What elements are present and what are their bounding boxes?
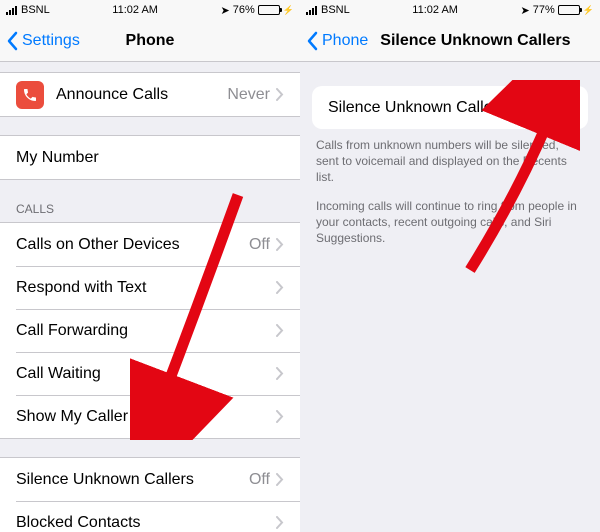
back-button[interactable]: Phone	[300, 31, 374, 51]
screen-silence-unknown: BSNL 11:02 AM ➤ 77% ⚡ Phone Silence Unkn…	[300, 0, 600, 532]
cell-value: Never	[227, 86, 270, 104]
chevron-right-icon	[276, 88, 284, 101]
chevron-right-icon	[276, 473, 284, 486]
cell-value: Off	[249, 471, 270, 489]
cell-label: Calls on Other Devices	[16, 236, 249, 254]
cell-label: Show My Caller ID	[16, 408, 276, 426]
back-label: Settings	[22, 32, 80, 50]
cell-blocked-contacts[interactable]: Blocked Contacts	[0, 501, 300, 532]
cell-show-my-caller-id[interactable]: Show My Caller ID	[0, 395, 300, 438]
status-bar: BSNL 11:02 AM ➤ 77% ⚡	[300, 0, 600, 20]
chevron-left-icon	[6, 31, 18, 51]
cell-silence-unknown-callers[interactable]: Silence Unknown CallersOff	[0, 458, 300, 501]
footer-text-2: Incoming calls will continue to ring fro…	[300, 186, 600, 247]
battery-icon	[258, 5, 280, 15]
back-label: Phone	[322, 32, 368, 50]
cell-call-waiting[interactable]: Call Waiting	[0, 352, 300, 395]
chevron-right-icon	[276, 281, 284, 294]
cell-value: Off	[249, 236, 270, 254]
cell-label: My Number	[16, 149, 284, 167]
cell-label: Respond with Text	[16, 279, 276, 297]
chevron-right-icon	[276, 410, 284, 423]
toggle-knob	[523, 94, 551, 122]
nav-bar: Phone Silence Unknown Callers	[300, 20, 600, 62]
charging-icon: ⚡	[283, 5, 294, 16]
cell-label: Silence Unknown Callers	[16, 471, 249, 489]
cell-label: Call Forwarding	[16, 322, 276, 340]
footer-text-1: Calls from unknown numbers will be silen…	[300, 129, 600, 186]
back-button[interactable]: Settings	[0, 31, 86, 51]
chevron-right-icon	[276, 367, 284, 380]
battery-percent: 77%	[533, 4, 555, 16]
charging-icon: ⚡	[583, 5, 594, 16]
settings-content[interactable]: Silence Unknown Callers Calls from unkno…	[300, 62, 600, 532]
carrier-label: BSNL	[21, 4, 50, 16]
calls-header: CALLS	[0, 198, 300, 222]
chevron-right-icon	[276, 324, 284, 337]
battery-percent: 76%	[233, 4, 255, 16]
cell-label: Call Waiting	[16, 365, 276, 383]
chevron-left-icon	[306, 31, 318, 51]
cell-respond-with-text[interactable]: Respond with Text	[0, 266, 300, 309]
my-number-cell[interactable]: My Number	[0, 136, 300, 179]
location-icon: ➤	[221, 4, 230, 17]
silence-toggle[interactable]	[522, 93, 572, 123]
signal-icon	[6, 6, 17, 15]
settings-content[interactable]: Announce Calls Never My Number CALLS Cal…	[0, 62, 300, 532]
carrier-label: BSNL	[321, 4, 350, 16]
cell-label: Announce Calls	[56, 86, 227, 104]
silence-toggle-cell[interactable]: Silence Unknown Callers	[312, 86, 588, 129]
status-bar: BSNL 11:02 AM ➤ 76% ⚡	[0, 0, 300, 20]
clock-label: 11:02 AM	[412, 4, 458, 16]
chevron-right-icon	[276, 238, 284, 251]
announce-calls-cell[interactable]: Announce Calls Never	[0, 73, 300, 116]
screen-phone-settings: BSNL 11:02 AM ➤ 76% ⚡ Settings Phone Ann…	[0, 0, 300, 532]
cell-calls-on-other-devices[interactable]: Calls on Other DevicesOff	[0, 223, 300, 266]
clock-label: 11:02 AM	[112, 4, 158, 16]
chevron-right-icon	[276, 516, 284, 529]
cell-label: Silence Unknown Callers	[328, 99, 522, 117]
announce-calls-icon	[16, 81, 44, 109]
cell-call-forwarding[interactable]: Call Forwarding	[0, 309, 300, 352]
nav-bar: Settings Phone	[0, 20, 300, 62]
cell-label: Blocked Contacts	[16, 514, 276, 532]
battery-icon	[558, 5, 580, 15]
location-icon: ➤	[521, 4, 530, 17]
signal-icon	[306, 6, 317, 15]
nav-title: Silence Unknown Callers	[380, 32, 570, 50]
